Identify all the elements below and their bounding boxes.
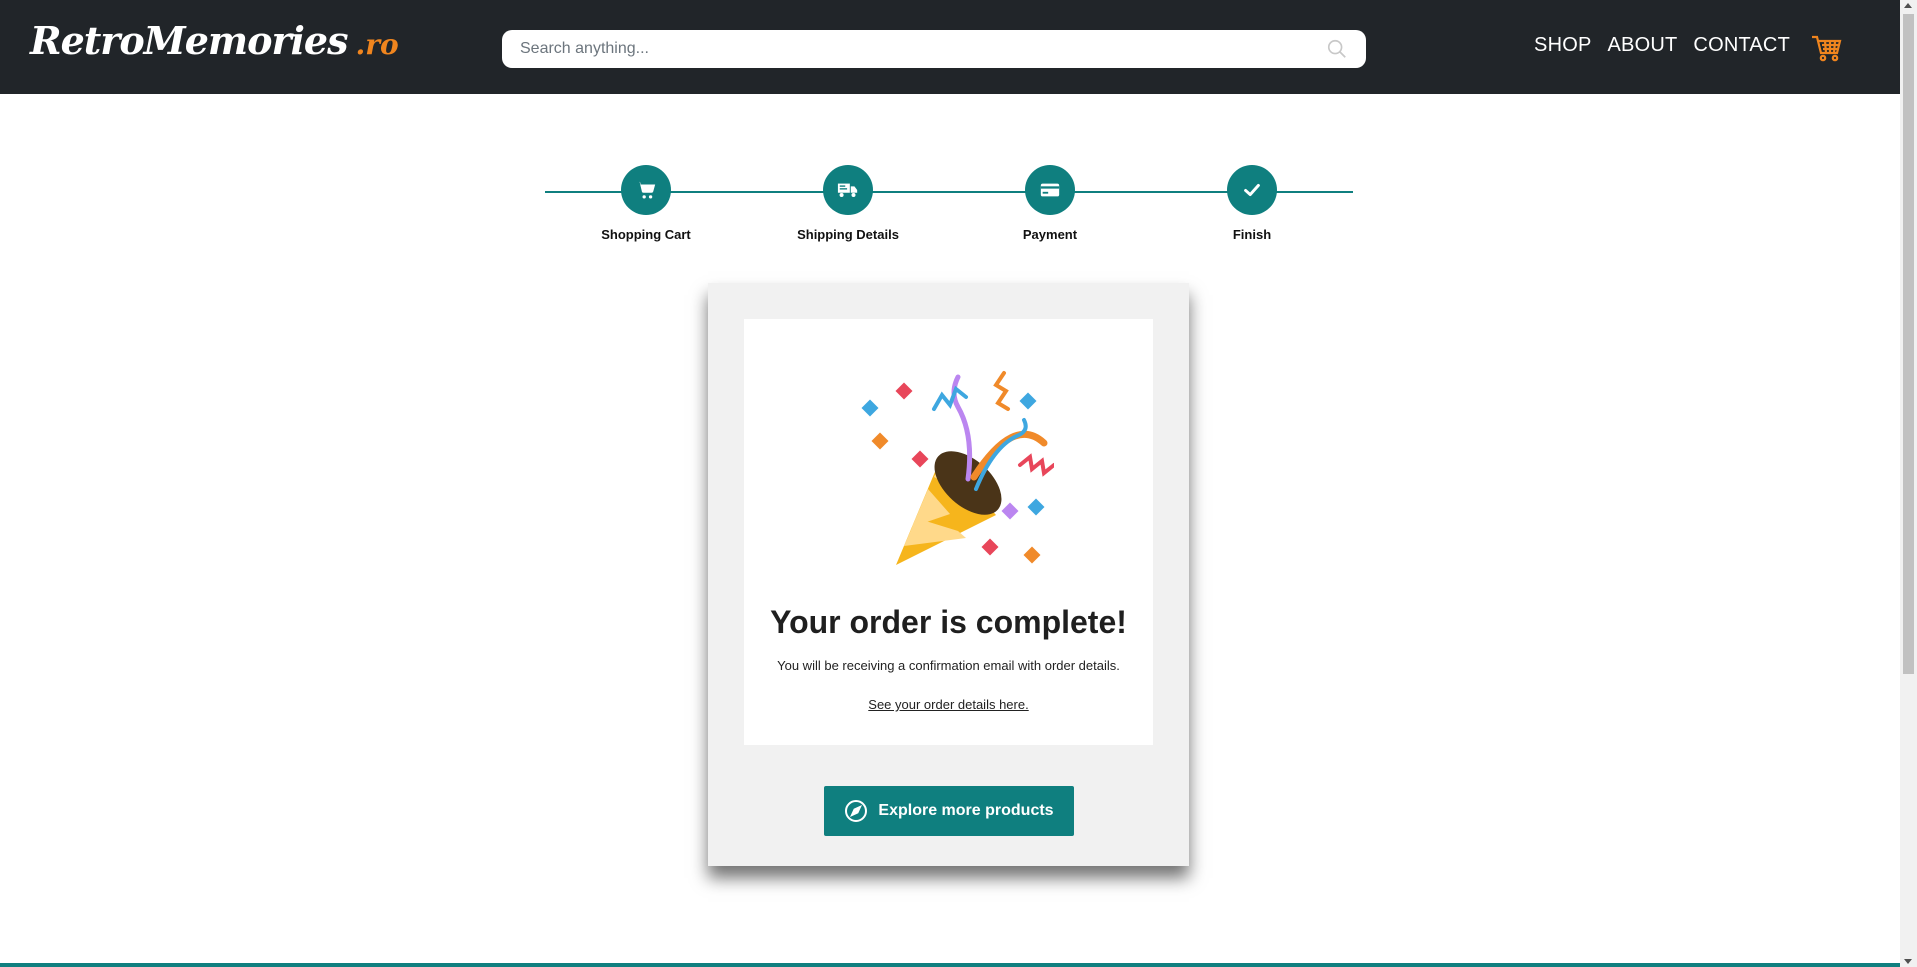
order-complete-panel: Your order is complete! You will be rece… [744, 319, 1153, 745]
explore-more-products-button[interactable]: Explore more products [824, 786, 1074, 836]
scroll-up-icon[interactable] [1904, 3, 1912, 8]
step-shipping-details: Shipping Details [768, 165, 928, 242]
logo-suffix-text: .ro [355, 28, 399, 61]
credit-card-icon [1040, 183, 1060, 197]
scrollbar-thumb[interactable] [1903, 14, 1914, 674]
main-nav: SHOP ABOUT CONTACT [1534, 34, 1790, 57]
step-circle [1227, 165, 1277, 215]
footer-strip [0, 963, 1900, 967]
truck-icon [837, 183, 858, 198]
shopping-cart-icon[interactable] [1810, 32, 1842, 64]
search-input[interactable] [520, 40, 1326, 58]
step-label: Shipping Details [797, 227, 899, 242]
step-label: Finish [1232, 227, 1272, 242]
order-details-link[interactable]: See your order details here. [744, 697, 1153, 712]
nav-shop[interactable]: SHOP [1534, 34, 1591, 57]
step-circle [1025, 165, 1075, 215]
scroll-down-icon[interactable] [1904, 959, 1912, 964]
step-label: Shopping Cart [601, 227, 691, 242]
nav-contact[interactable]: CONTACT [1693, 34, 1790, 57]
logo-main-text: RetroMemories [30, 18, 348, 63]
compass-icon [845, 800, 868, 822]
party-popper-icon [861, 371, 1054, 565]
site-header: RetroMemories .ro SHOP ABOUT CONTACT [0, 0, 1900, 94]
cart-icon [636, 181, 656, 199]
explore-button-label: Explore more products [878, 802, 1054, 819]
search-bar [502, 30, 1366, 68]
site-logo[interactable]: RetroMemories .ro [30, 18, 399, 78]
check-icon [1244, 183, 1260, 197]
confirmation-message: You will be receiving a confirmation ema… [777, 658, 1120, 673]
step-circle [621, 165, 671, 215]
step-finish: Finish [1172, 165, 1332, 242]
step-circle [823, 165, 873, 215]
step-shopping-cart: Shopping Cart [566, 165, 726, 242]
order-complete-card: Your order is complete! You will be rece… [708, 283, 1189, 866]
order-complete-title: Your order is complete! [770, 604, 1127, 640]
page-scrollbar[interactable] [1900, 0, 1917, 967]
checkout-stepper: Shopping Cart Shipping Details Payment F… [545, 165, 1353, 245]
step-label: Payment [1022, 227, 1078, 242]
step-payment: Payment [970, 165, 1130, 242]
nav-about[interactable]: ABOUT [1608, 34, 1678, 57]
search-icon[interactable] [1326, 38, 1348, 60]
